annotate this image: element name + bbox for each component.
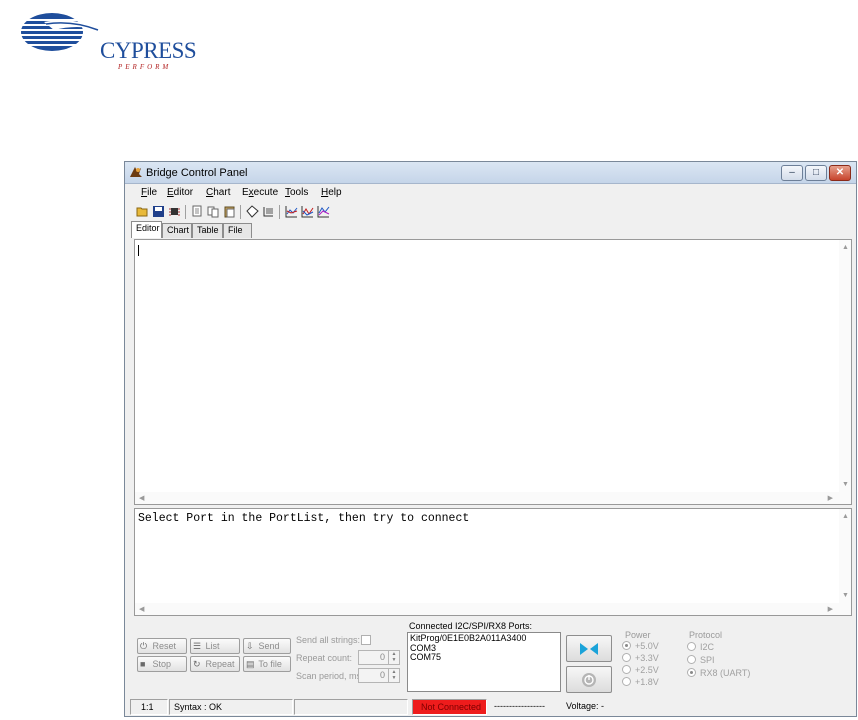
script-editor[interactable]: ▲ ▼ ◀ ▶ [134, 239, 852, 505]
protocol-group-title: Protocol [689, 630, 723, 640]
list-icon[interactable] [262, 205, 275, 218]
stop-button[interactable]: ■ Stop [137, 656, 187, 672]
close-button[interactable]: ✕ [829, 165, 851, 181]
protocol-spi-radio[interactable]: SPI [687, 655, 715, 665]
editor-vertical-scrollbar[interactable]: ▲ ▼ [839, 240, 851, 504]
to-file-icon: ▤ [246, 659, 255, 669]
scroll-right-icon[interactable]: ▶ [828, 605, 833, 613]
repeat-icon: ↻ [193, 659, 201, 669]
scroll-left-icon[interactable]: ◀ [139, 605, 144, 613]
output-message: Select Port in the PortList, then try to… [138, 512, 470, 525]
ports-label: Connected I2C/SPI/RX8 Ports: [409, 621, 533, 631]
minimize-button[interactable]: ‒ [781, 165, 803, 181]
toolbar-separator [279, 205, 280, 219]
ports-list[interactable]: KitProg/0E1E0B2A011A3400 COM3 COM75 [407, 632, 561, 692]
chip-icon[interactable] [168, 205, 181, 218]
menu-tools[interactable]: Tools [285, 187, 308, 198]
menu-chart[interactable]: Chart [206, 187, 230, 198]
send-all-strings-label: Send all strings: [296, 635, 361, 645]
copy-icon[interactable] [191, 205, 204, 218]
spinner-arrows-icon[interactable]: ▲ ▼ [388, 669, 399, 682]
scroll-right-icon[interactable]: ▶ [828, 494, 833, 502]
brand-name: CYPRESS [100, 38, 197, 63]
send-button[interactable]: ⇩ Send [243, 638, 291, 654]
reset-button[interactable]: ⏻ Reset [137, 638, 187, 654]
chart3-icon[interactable] [317, 205, 330, 218]
protocol-i2c-radio[interactable]: I2C [687, 642, 714, 652]
chart-icon[interactable] [285, 205, 298, 218]
tab-chart[interactable]: Chart [162, 223, 192, 238]
port-item[interactable]: COM75 [410, 652, 558, 663]
power-3v3-radio[interactable]: +3.3V [622, 653, 659, 663]
scroll-left-icon[interactable]: ◀ [139, 494, 144, 502]
send-icon: ⇩ [246, 641, 254, 651]
tab-editor[interactable]: Editor [131, 221, 162, 238]
bridge-control-panel-window: Bridge Control Panel ‒ □ ✕ File Editor C… [124, 161, 857, 717]
spinner-arrows-icon[interactable]: ▲ ▼ [388, 651, 399, 664]
output-horizontal-scrollbar[interactable]: ◀ ▶ [135, 603, 851, 615]
list-icon: ☰ [193, 641, 202, 651]
power-5v-radio[interactable]: +5.0V [622, 641, 659, 651]
syntax-status: Syntax : OK [169, 699, 293, 715]
scroll-up-icon[interactable]: ▲ [842, 513, 849, 520]
send-all-strings-checkbox[interactable] [361, 635, 371, 645]
output-vertical-scrollbar[interactable]: ▲ ▼ [839, 509, 851, 615]
cut-icon[interactable] [207, 205, 220, 218]
connect-button[interactable] [566, 635, 612, 662]
status-bar: 1:1 Syntax : OK Not Connected ----------… [125, 698, 856, 716]
repeat-button[interactable]: ↻ Repeat [190, 656, 240, 672]
toolbar-separator [240, 205, 241, 219]
toolbar [125, 202, 856, 222]
voltage-status: Voltage: - [566, 701, 605, 711]
list-button[interactable]: ☰ List [190, 638, 240, 654]
scan-period-spinner[interactable]: 0 ▲ ▼ [358, 668, 400, 683]
power-2v5-radio[interactable]: +2.5V [622, 665, 659, 675]
scroll-down-icon[interactable]: ▼ [842, 592, 849, 599]
brand-tagline: PERFORM [118, 63, 172, 71]
power-group-title: Power [625, 630, 651, 640]
maximize-button[interactable]: □ [805, 165, 827, 181]
menu-execute[interactable]: Execute [242, 187, 278, 198]
status-empty-cell [294, 699, 408, 715]
paste-icon[interactable] [223, 205, 236, 218]
save-icon[interactable] [152, 205, 165, 218]
power-icon [582, 673, 596, 687]
open-icon[interactable] [136, 205, 149, 218]
reset-icon: ⏻ [140, 641, 148, 651]
connect-icon [580, 643, 598, 655]
menu-bar: File Editor Chart Execute Tools Help [125, 184, 856, 202]
protocol-rx8-radio[interactable]: RX8 (UART) [687, 668, 750, 678]
app-icon [130, 167, 142, 177]
toolbar-separator [185, 205, 186, 219]
to-file-button[interactable]: ▤ To file [243, 656, 291, 672]
control-panel: ⏻ Reset ☰ List ⇩ Send ■ Stop ↻ Repeat ▤ … [125, 620, 856, 696]
status-dashes: ----------------- [494, 701, 545, 711]
editor-horizontal-scrollbar[interactable]: ◀ ▶ [135, 492, 851, 504]
scroll-up-icon[interactable]: ▲ [842, 244, 849, 251]
chart2-icon[interactable] [301, 205, 314, 218]
power-1v8-radio[interactable]: +1.8V [622, 677, 659, 687]
cursor-position: 1:1 [130, 699, 168, 715]
window-title: Bridge Control Panel [146, 167, 248, 179]
scan-period-label: Scan period, ms: [296, 671, 364, 681]
text-caret [138, 245, 139, 256]
title-bar[interactable]: Bridge Control Panel ‒ □ ✕ [125, 162, 856, 184]
tag-icon[interactable] [246, 205, 259, 218]
output-log[interactable]: Select Port in the PortList, then try to… [134, 508, 852, 616]
connection-status: Not Connected [412, 699, 487, 715]
menu-file[interactable]: File [141, 187, 157, 198]
menu-help[interactable]: Help [321, 187, 342, 198]
disconnect-button[interactable] [566, 666, 612, 693]
stop-icon: ■ [140, 659, 146, 669]
tab-table[interactable]: Table [192, 223, 223, 238]
repeat-count-label: Repeat count: [296, 653, 353, 663]
repeat-count-spinner[interactable]: 0 ▲ ▼ [358, 650, 400, 665]
cypress-logo: CYPRESS PERFORM [14, 8, 197, 71]
cypress-globe-icon [17, 13, 102, 51]
menu-editor[interactable]: Editor [167, 187, 193, 198]
scroll-down-icon[interactable]: ▼ [842, 481, 849, 488]
tab-file[interactable]: File [223, 223, 252, 238]
